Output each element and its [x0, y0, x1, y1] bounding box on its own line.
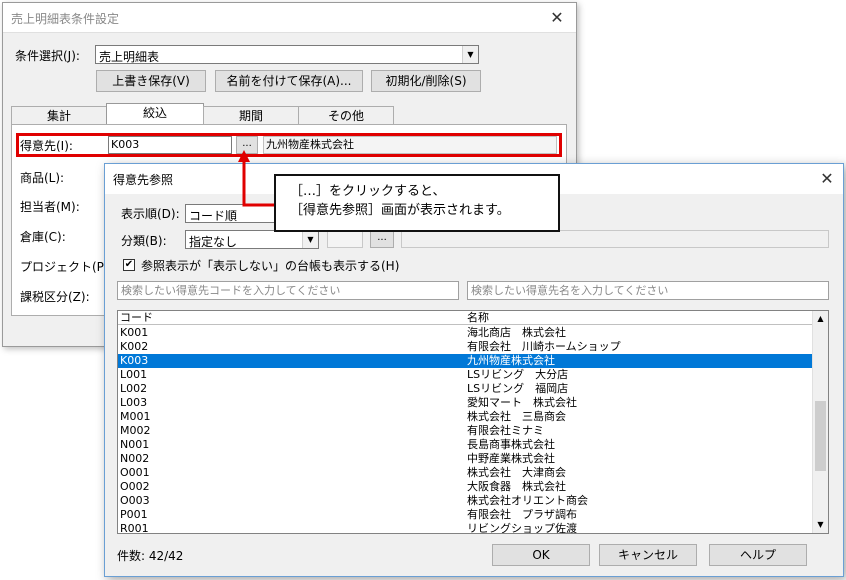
tab-filter[interactable]: 絞込 — [106, 103, 204, 126]
list-header: コード 名称 — [118, 311, 813, 325]
list-item[interactable]: L001 LSリビング 大分店 — [118, 368, 813, 382]
condition-select-value: 売上明細表 — [99, 50, 160, 64]
list-item[interactable]: O001 株式会社 大津商会 — [118, 466, 813, 480]
list-item-name: 海北商店 株式会社 — [467, 326, 566, 339]
list-item-code: L001 — [120, 368, 148, 381]
tax-category-label: 課税区分(Z): — [20, 290, 90, 304]
list-item[interactable]: N001 長島商事株式会社 — [118, 438, 813, 452]
staff-label: 担当者(M): — [20, 200, 80, 214]
list-item-code: O002 — [120, 480, 150, 493]
category-select[interactable]: 指定なし ▼ — [185, 230, 319, 249]
list-item-name: 有限会社ミナミ — [467, 424, 544, 437]
list-item[interactable]: L003 愛知マート 株式会社 — [118, 396, 813, 410]
tab-summary[interactable]: 集計 — [11, 106, 107, 126]
list-item-code: L003 — [120, 396, 148, 409]
list-item[interactable]: M001 株式会社 三島商会 — [118, 410, 813, 424]
list-item[interactable]: L002 LSリビング 福岡店 — [118, 382, 813, 396]
chevron-down-icon[interactable]: ▼ — [302, 231, 318, 248]
list-item-name: リビングショップ佐渡 — [467, 522, 577, 534]
list-item-name: 愛知マート 株式会社 — [467, 396, 577, 409]
list-item-code: R001 — [120, 522, 149, 534]
category-select-value: 指定なし — [189, 235, 238, 249]
list-item-code: N002 — [120, 452, 150, 465]
column-header-name[interactable]: 名称 — [467, 311, 489, 324]
list-item-code: K001 — [120, 326, 149, 339]
list-item-name: 有限会社 川崎ホームショップ — [467, 340, 621, 353]
list-item-name: LSリビング 福岡店 — [467, 382, 569, 395]
list-item-code: P001 — [120, 508, 148, 521]
list-item[interactable]: N002 中野産業株式会社 — [118, 452, 813, 466]
category-label: 分類(B): — [121, 234, 167, 248]
list-item-code: N001 — [120, 438, 150, 451]
list-item-code: K003 — [120, 354, 149, 367]
scroll-thumb[interactable] — [815, 401, 826, 471]
list-item-name: 株式会社 大津商会 — [467, 466, 566, 479]
list-item-name: 株式会社オリエント商会 — [467, 494, 588, 507]
project-label: プロジェクト(P): — [20, 260, 113, 274]
condition-select[interactable]: 売上明細表 ▼ — [95, 45, 479, 64]
window-titlebar: 売上明細表条件設定 ✕ — [3, 3, 576, 33]
customer-list: コード 名称 K001 海北商店 株式会社 K002 有限会社 川崎ホームショップ K0… — [117, 310, 829, 534]
condition-label: 条件選択(J): — [15, 49, 80, 63]
show-hidden-label: 参照表示が「表示しない」の台帳も表示する(H) — [141, 259, 400, 273]
list-item-name: 長島商事株式会社 — [467, 438, 555, 451]
list-item[interactable]: R001 リビングショップ佐渡 — [118, 522, 813, 534]
list-item-code: O003 — [120, 494, 150, 507]
column-header-code[interactable]: コード — [120, 311, 153, 324]
list-item-code: L002 — [120, 382, 148, 395]
tab-period[interactable]: 期間 — [203, 106, 299, 126]
close-icon[interactable]: ✕ — [817, 171, 837, 187]
instruction-callout: ［…］をクリックすると、 ［得意先参照］画面が表示されます。 — [274, 174, 560, 232]
list-item-code: K002 — [120, 340, 149, 353]
list-item[interactable]: K003 九州物産株式会社 — [118, 354, 813, 368]
dialog-title: 得意先参照 — [113, 173, 174, 187]
help-button[interactable]: ヘルプ — [709, 544, 807, 566]
search-code-input[interactable]: 検索したい得意先コードを入力してください — [117, 281, 459, 300]
tab-other[interactable]: その他 — [298, 106, 394, 126]
save-as-button[interactable]: 名前を付けて保存(A)... — [215, 70, 363, 92]
list-item-name: 有限会社 プラザ調布 — [467, 508, 577, 521]
list-item-name: 九州物産株式会社 — [467, 354, 555, 367]
list-item[interactable]: K002 有限会社 川崎ホームショップ — [118, 340, 813, 354]
callout-line-1: ［…］をクリックすると、 — [290, 184, 446, 199]
overwrite-save-button[interactable]: 上書き保存(V) — [96, 70, 206, 92]
ok-button[interactable]: OK — [492, 544, 590, 566]
cancel-button[interactable]: キャンセル — [599, 544, 697, 566]
list-item-code: M002 — [120, 424, 151, 437]
list-item[interactable]: O002 大阪食器 株式会社 — [118, 480, 813, 494]
chevron-down-icon[interactable]: ▼ — [462, 46, 478, 63]
search-name-input[interactable]: 検索したい得意先名を入力してください — [467, 281, 829, 300]
category-code-field — [327, 230, 363, 248]
list-item-name: LSリビング 大分店 — [467, 368, 569, 381]
close-icon[interactable]: ✕ — [547, 10, 567, 26]
list-item-code: O001 — [120, 466, 150, 479]
order-label: 表示順(D): — [121, 207, 180, 221]
list-item-name: 株式会社 三島商会 — [467, 410, 566, 423]
list-scrollbar[interactable]: ▲ ▼ — [812, 311, 828, 533]
list-item[interactable]: M002 有限会社ミナミ — [118, 424, 813, 438]
warehouse-label: 倉庫(C): — [20, 230, 66, 244]
scroll-up-icon[interactable]: ▲ — [813, 311, 828, 327]
category-lookup-button[interactable]: ... — [370, 230, 394, 248]
list-item[interactable]: K001 海北商店 株式会社 — [118, 326, 813, 340]
window-title: 売上明細表条件設定 — [11, 12, 120, 26]
init-delete-button[interactable]: 初期化/削除(S) — [371, 70, 481, 92]
product-label: 商品(L): — [20, 171, 65, 185]
category-name-field — [401, 230, 829, 248]
list-item[interactable]: P001 有限会社 プラザ調布 — [118, 508, 813, 522]
scroll-down-icon[interactable]: ▼ — [813, 517, 828, 533]
record-count: 件数: 42/42 — [117, 549, 184, 563]
callout-line-2: ［得意先参照］画面が表示されます。 — [290, 203, 510, 218]
list-item-name: 大阪食器 株式会社 — [467, 480, 566, 493]
show-hidden-checkbox[interactable]: ✔ — [123, 259, 135, 271]
list-item[interactable]: O003 株式会社オリエント商会 — [118, 494, 813, 508]
list-item-code: M001 — [120, 410, 151, 423]
list-item-name: 中野産業株式会社 — [467, 452, 555, 465]
